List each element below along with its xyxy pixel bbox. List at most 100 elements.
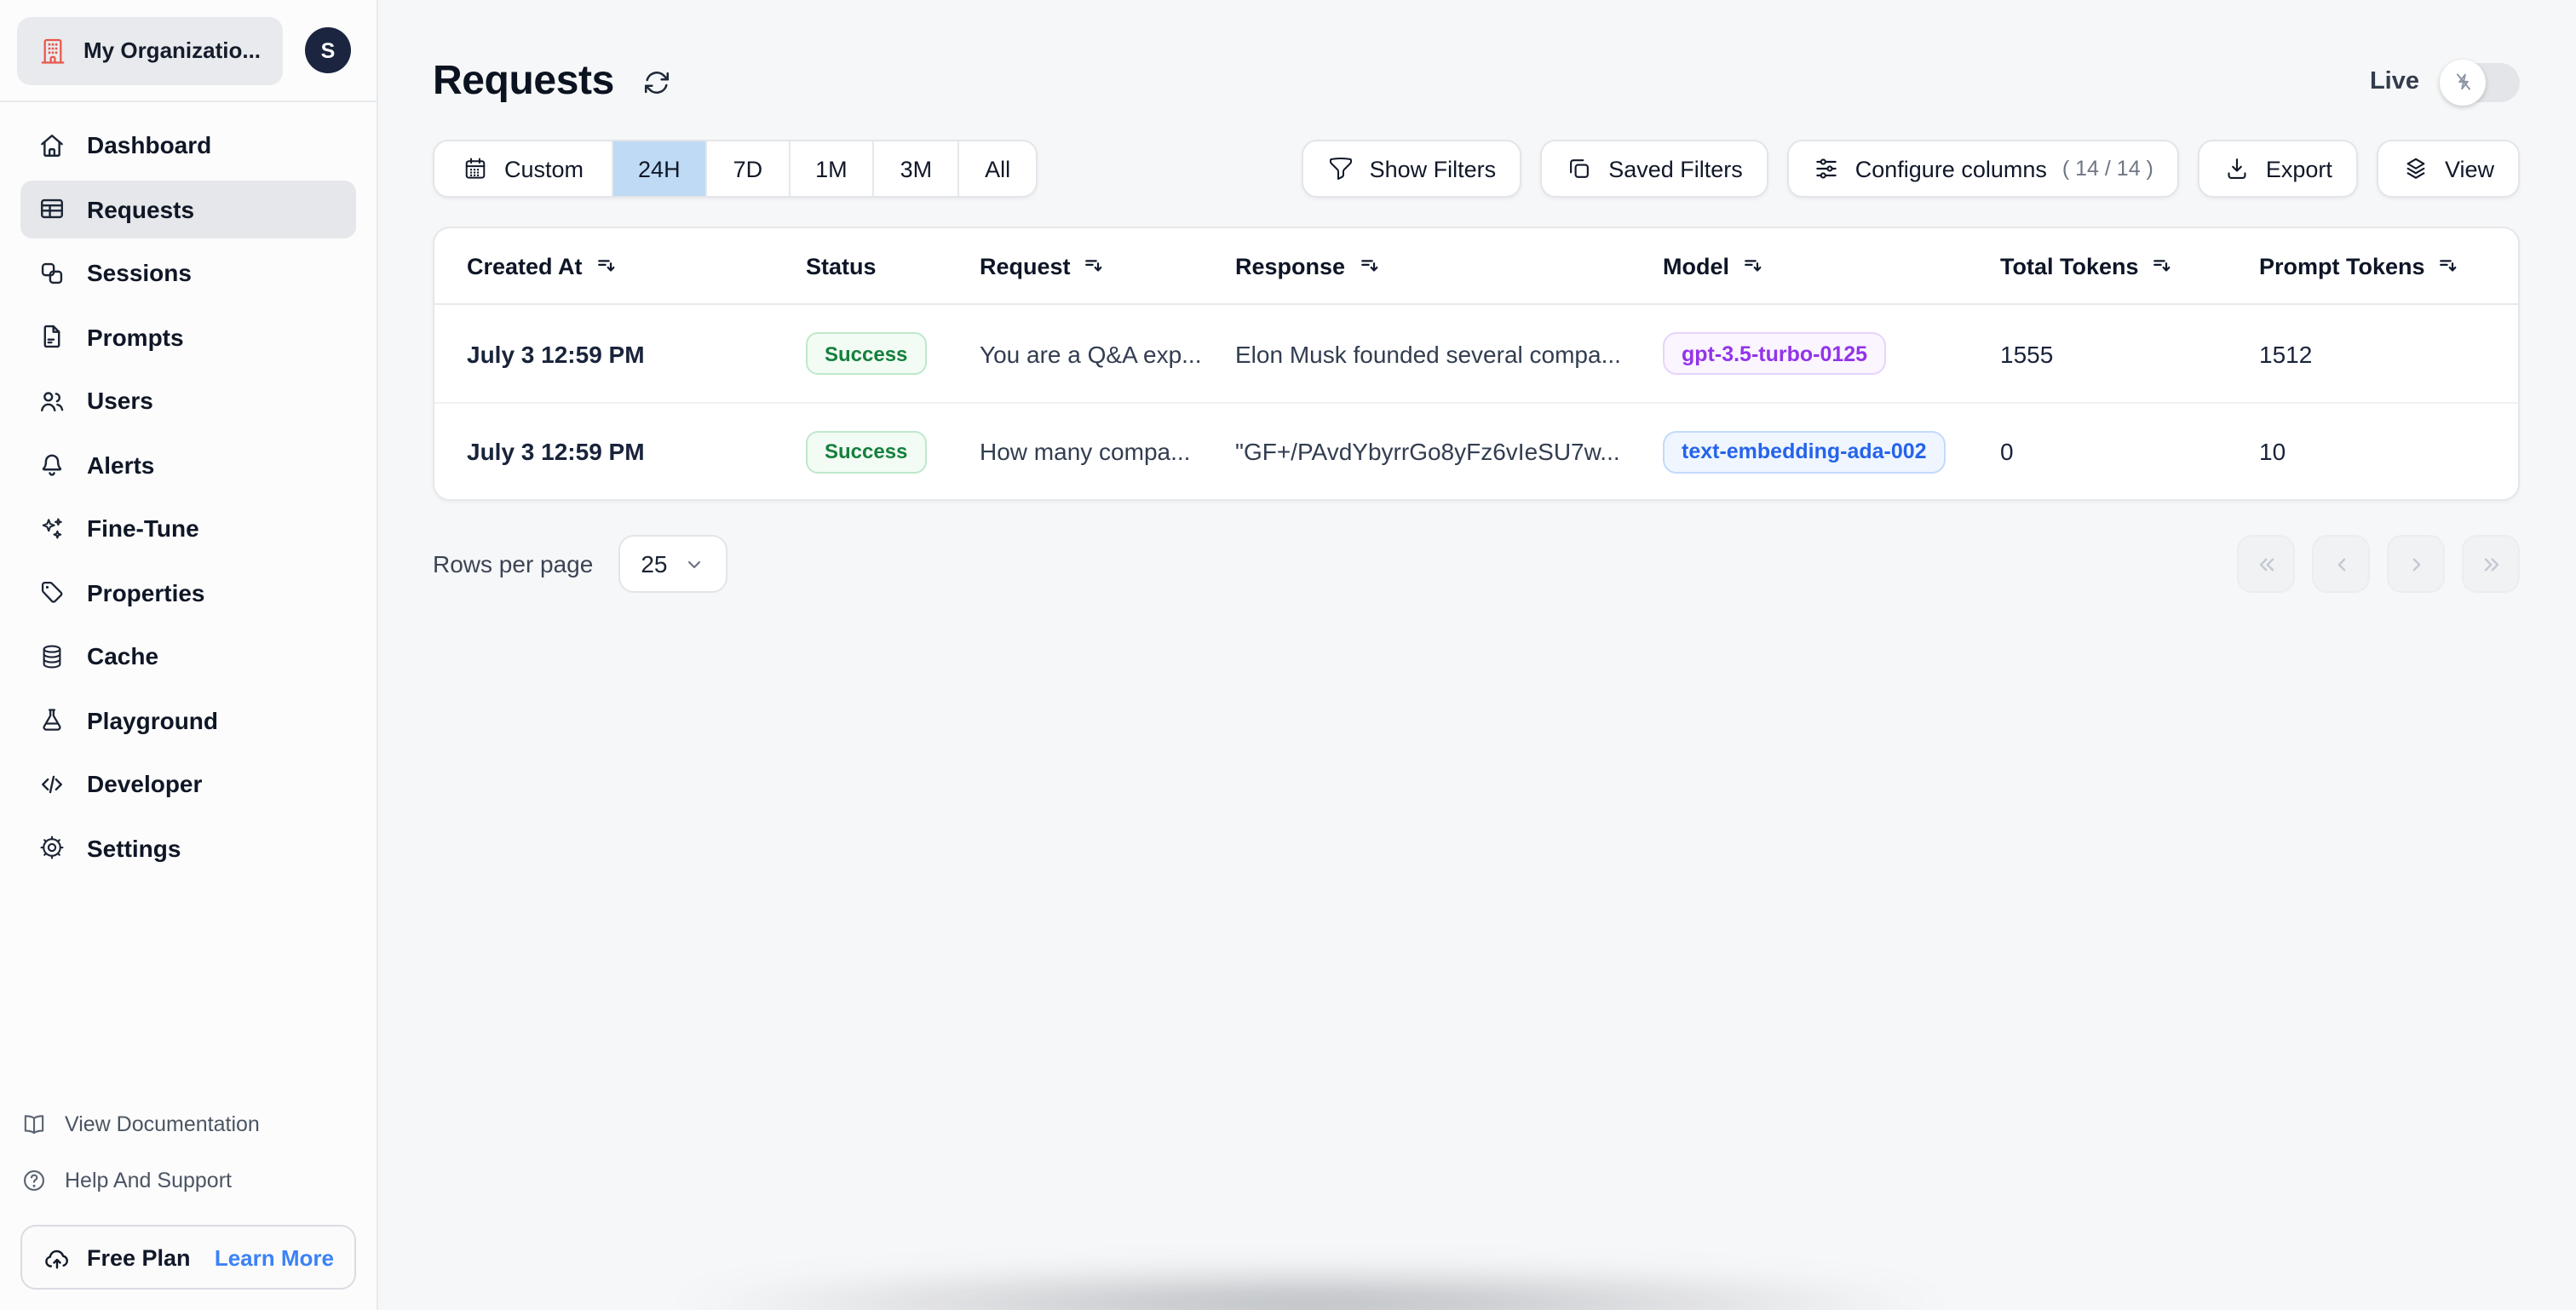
gear-icon [37,833,66,862]
time-range-label: 24H [638,156,681,181]
chevron-double-left-icon [2253,551,2279,577]
model-badge: gpt-3.5-turbo-0125 [1663,332,1887,375]
rows-per-page-value: 25 [641,550,668,577]
column-label: Total Tokens [2000,253,2139,279]
time-range-24h[interactable]: 24H [611,141,706,196]
time-range-custom[interactable]: Custom [434,141,612,196]
sidebar-item-label: Fine-Tune [87,514,199,542]
sidebar-item-cache[interactable]: Cache [20,627,356,685]
refresh-button[interactable] [640,64,676,100]
next-page-button[interactable] [2387,535,2445,593]
cell-created-at: July 3 12:59 PM [467,340,645,367]
saved-filters-button[interactable]: Saved Filters [1540,140,1768,198]
footer-link-help-and-support[interactable]: Help And Support [20,1152,356,1208]
sidebar-item-settings[interactable]: Settings [20,819,356,876]
column-header-created-at[interactable]: Created At [467,253,806,279]
show-filters-button[interactable]: Show Filters [1301,140,1522,198]
cell-total-tokens: 0 [2000,438,2014,465]
sidebar-item-properties[interactable]: Properties [20,563,356,621]
sidebar-item-label: Developer [87,770,203,797]
sidebar-item-developer[interactable]: Developer [20,755,356,813]
users-icon [37,386,66,415]
column-header-total-tokens[interactable]: Total Tokens [2000,253,2259,279]
sort-icon [595,254,618,278]
chevron-right-icon [2403,551,2429,577]
export-button[interactable]: Export [2197,140,2358,198]
toolbar: Custom 24H 7D 1M 3M All Show Filters Saved Fil… [433,140,2520,198]
time-range-3m[interactable]: 3M [872,141,958,196]
sidebar-item-requests[interactable]: Requests [20,180,356,238]
question-circle-icon [20,1166,48,1193]
rows-per-page-select[interactable]: 25 [618,535,727,593]
bell-icon [37,450,66,479]
refresh-icon [643,67,672,96]
column-header-response[interactable]: Response [1235,253,1663,279]
button-label: View [2444,156,2494,181]
button-label: Configure columns [1854,156,2047,181]
prev-page-button[interactable] [2312,535,2370,593]
time-range-control: Custom 24H 7D 1M 3M All [433,140,1038,198]
plan-box[interactable]: Free Plan Learn More [20,1225,356,1290]
sidebar-item-dashboard[interactable]: Dashboard [20,116,356,174]
sort-icon [1741,254,1765,278]
sidebar-item-label: Cache [87,642,159,669]
sidebar-item-label: Sessions [87,259,192,286]
sidebar-nav: Dashboard Requests Sessions Prompts Users Ale… [0,102,377,876]
cell-response: "GF+/PAvdYbyrrGo8yFz6vIeSU7w... [1235,438,1620,465]
last-page-button[interactable] [2462,535,2520,593]
time-range-label: All [985,156,1011,181]
org-switcher[interactable]: My Organizatio... [17,16,284,84]
column-header-model[interactable]: Model [1663,253,2000,279]
sidebar-item-users[interactable]: Users [20,371,356,429]
book-open-icon [20,1110,48,1137]
plan-label: Free Plan [87,1244,191,1270]
sidebar: My Organizatio... S Dashboard Requests Ses… [0,0,378,1310]
time-range-all[interactable]: All [957,141,1037,196]
view-button[interactable]: View [2376,140,2520,198]
sidebar-item-playground[interactable]: Playground [20,691,356,749]
bolt-slash-icon [2451,70,2475,94]
column-header-status: Status [806,253,980,279]
table-row[interactable]: July 3 12:59 PM Success You are a Q&A exp.… [434,305,2518,402]
configure-columns-button[interactable]: Configure columns ( 14 / 14 ) [1786,140,2179,198]
learn-more-link[interactable]: Learn More [215,1244,334,1270]
sidebar-item-label: Dashboard [87,131,212,158]
sparkles-icon [37,514,66,543]
button-label: Show Filters [1369,156,1497,181]
download-icon [2223,155,2251,182]
sort-icon [2437,254,2461,278]
time-range-label: Custom [504,156,584,181]
beaker-icon [37,705,66,734]
column-header-prompt-tokens[interactable]: Prompt Tokens [2259,253,2518,279]
home-icon [37,130,66,159]
copy-icon [1566,155,1593,182]
cloud-upload-icon [43,1243,72,1272]
cell-model: text-embedding-ada-002 [1663,430,2000,473]
column-header-request[interactable]: Request [980,253,1235,279]
button-label: Saved Filters [1608,156,1743,181]
table-row[interactable]: July 3 12:59 PM Success How many compa... "… [434,402,2518,499]
live-toggle[interactable] [2440,59,2520,105]
column-label: Created At [467,253,583,279]
status-badge: Success [806,430,927,473]
sidebar-item-sessions[interactable]: Sessions [20,244,356,302]
footer-link-label: Help And Support [65,1168,232,1192]
sort-icon [1083,254,1107,278]
cell-status: Success [806,430,980,473]
avatar[interactable]: S [305,27,351,73]
cell-prompt-tokens: 1512 [2259,340,2313,367]
sidebar-header: My Organizatio... S [0,0,377,101]
sidebar-item-prompts[interactable]: Prompts [20,307,356,365]
live-label: Live [2369,68,2419,95]
time-range-label: 1M [815,156,848,181]
footer-link-view-documentation[interactable]: View Documentation [20,1095,356,1152]
calendar-icon [462,155,489,182]
time-range-1m[interactable]: 1M [788,141,873,196]
sidebar-item-alerts[interactable]: Alerts [20,435,356,493]
time-range-7d[interactable]: 7D [705,141,789,196]
sidebar-item-label: Properties [87,578,205,606]
sidebar-item-label: Users [87,387,153,414]
sidebar-item-fine-tune[interactable]: Fine-Tune [20,499,356,557]
column-label: Prompt Tokens [2259,253,2425,279]
first-page-button[interactable] [2237,535,2295,593]
